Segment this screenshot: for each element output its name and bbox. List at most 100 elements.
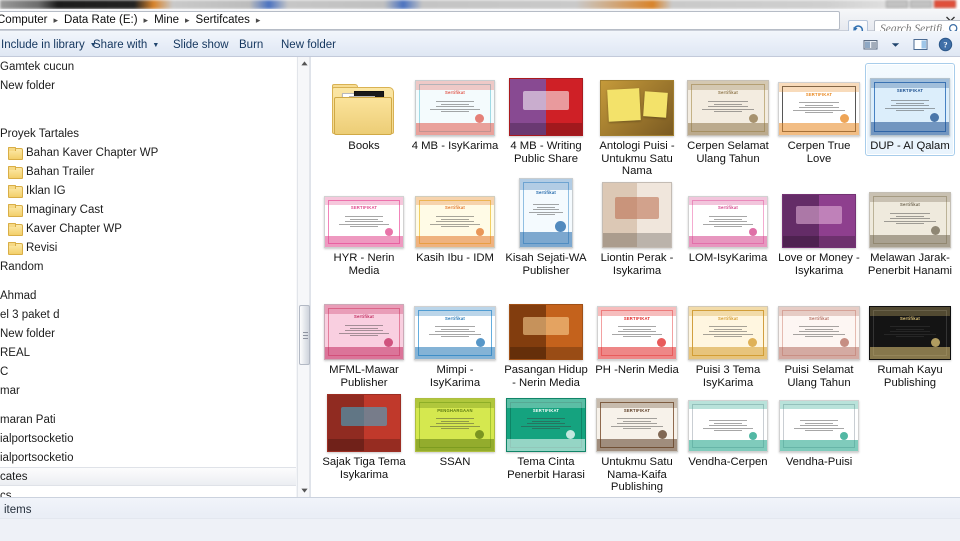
file-tile[interactable]: Vendha-Cerpen (683, 379, 773, 472)
file-tile[interactable]: Sajak Tiga Tema Isykarima (319, 379, 409, 484)
nav-item-el-3-paket-d[interactable]: el 3 paket d (0, 305, 296, 324)
nav-item-ahmad[interactable]: Ahmad (0, 286, 296, 305)
file-tile[interactable]: SERTIFIKAT Untukmu Satu Nama-Kaifa Publis… (592, 379, 682, 497)
nav-item-c[interactable]: C (0, 362, 296, 381)
command-bar: Include in library ▼ Share with ▼ Slide show… (0, 31, 960, 57)
nav-item-mar[interactable]: mar (0, 381, 296, 400)
thumbnail-container: SERTIFIKAT (776, 68, 862, 136)
file-name-label: HYR - Nerin Media (333, 252, 395, 277)
nav-item-real[interactable]: REAL (0, 343, 296, 362)
nav-item-cates[interactable]: cates (0, 467, 296, 486)
nav-item-label: cs (0, 489, 12, 498)
file-tile[interactable]: Sertifikat Rumah Kayu Publishing (865, 287, 955, 392)
file-tile[interactable]: Sertifikat Kasih Ibu - IDM (410, 175, 500, 268)
file-name-label: 4 MB - Writing Public Share (510, 140, 582, 165)
maximize-button[interactable] (910, 0, 932, 8)
breadcrumb-separator-icon[interactable]: ▸ (50, 12, 63, 29)
file-tile[interactable]: Love or Money - Isykarima (774, 175, 864, 280)
svg-text:?: ? (943, 40, 947, 50)
thumbnail-artwork (689, 401, 767, 451)
file-tile[interactable]: Books (319, 63, 409, 156)
file-tile[interactable]: 4 MB - Writing Public Share (501, 63, 591, 168)
chevron-down-icon[interactable]: ▼ (152, 42, 159, 49)
nav-item-new-folder[interactable]: New folder (0, 76, 296, 95)
close-button[interactable] (934, 0, 956, 8)
file-tile[interactable]: SERTIFIKAT Tema Cinta Penerbit Harasi (501, 379, 591, 484)
nav-item-imaginary-cast[interactable]: Imaginary Cast (0, 200, 296, 219)
file-tile[interactable]: SERTIFIKAT HYR - Nerin Media (319, 175, 409, 280)
breadcrumb-item-0[interactable]: Computer (0, 12, 50, 29)
breadcrumb-separator-icon[interactable]: ▸ (252, 12, 265, 29)
file-tile[interactable]: Sertifikat LOM-IsyKarima (683, 175, 773, 268)
file-tile[interactable]: Pasangan Hidup - Nerin Media (501, 287, 591, 392)
nav-item-proyek-tartales[interactable]: Proyek Tartales (0, 124, 296, 143)
icon-grid: Books Sertifikat 4 MB - IsyKarima 4 MB - Wr… (319, 60, 959, 497)
file-tile[interactable]: Antologi Puisi - Untukmu Satu Nama (592, 63, 682, 181)
thumbnail-container: Sertifikat (503, 178, 589, 248)
file-tile[interactable]: Sertifikat Mimpi - IsyKarima (410, 287, 500, 392)
nav-item-bahan-trailer[interactable]: Bahan Trailer (0, 162, 296, 181)
breadcrumb-item-2[interactable]: Mine (152, 12, 181, 29)
file-tile[interactable]: Sertifikat Melawan Jarak-Penerbit Hanami (865, 175, 955, 280)
scrollbar-thumb[interactable] (299, 305, 310, 365)
breadcrumb-separator-icon[interactable]: ▸ (140, 12, 153, 29)
file-tile[interactable]: Liontin Perak - Isykarima (592, 175, 682, 280)
breadcrumb-item-1[interactable]: Data Rate (E:) (62, 12, 140, 29)
thumbnail-container: SERTIFIKAT (594, 292, 680, 360)
file-tile[interactable]: Sertifikat Cerpen Selamat Ulang Tahun (683, 63, 773, 168)
file-tile[interactable]: Vendha-Puisi (774, 379, 864, 472)
view-icon[interactable] (859, 35, 881, 54)
nav-item-random[interactable]: Random (0, 257, 296, 276)
thumbnail-title-text: SERTIFIKAT (896, 88, 924, 93)
nav-item-new-folder[interactable]: New folder (0, 324, 296, 343)
file-tile[interactable]: Sertifikat MFML-Mawar Publisher (319, 287, 409, 392)
nav-item-ialportsocketio[interactable]: ialportsocketio (0, 429, 296, 448)
file-tile[interactable]: Sertifikat 4 MB - IsyKarima (410, 63, 500, 156)
file-thumbnail (327, 394, 401, 452)
file-thumbnail (509, 78, 583, 136)
minimize-button[interactable] (886, 0, 908, 8)
navigation-pane-scrollbar[interactable] (297, 57, 310, 497)
breadcrumb[interactable]: Computer ▸ Data Rate (E:) ▸ Mine ▸ Sertifcates… (0, 11, 840, 30)
thumbnail-container: Sertifikat (685, 292, 771, 360)
file-tile[interactable]: SERTIFIKAT DUP - Al Qalam (865, 63, 955, 156)
command-slide-show[interactable]: Slide show (166, 35, 236, 54)
command-burn[interactable]: Burn (232, 35, 270, 54)
file-list-view[interactable]: Books Sertifikat 4 MB - IsyKarima 4 MB - Wr… (310, 57, 960, 497)
nav-item-kaver-chapter-wp[interactable]: Kaver Chapter WP (0, 219, 296, 238)
thumbnail-artwork: Sertifikat (779, 307, 859, 359)
nav-item-ialportsocketio[interactable]: ialportsocketio (0, 448, 296, 467)
chevron-down-icon[interactable] (884, 35, 906, 54)
file-thumbnail: Sertifikat (869, 306, 951, 360)
nav-item-bahan-kaver-chapter-wp[interactable]: Bahan Kaver Chapter WP (0, 143, 296, 162)
nav-item-maran-pati[interactable]: maran Pati (0, 410, 296, 429)
file-tile[interactable]: Sertifikat Puisi Selamat Ulang Tahun (774, 287, 864, 392)
thumbnail-artwork: Sertifikat (870, 193, 950, 247)
thumbnail-container: SERTIFIKAT (321, 180, 407, 248)
nav-item-label: Revisi (26, 241, 58, 254)
nav-item-label: cates (0, 470, 28, 483)
help-icon[interactable]: ? (934, 35, 956, 54)
file-name-label: Rumah Kayu Publishing (877, 364, 943, 389)
file-tile[interactable]: Sertifikat Puisi 3 Tema IsyKarima (683, 287, 773, 392)
file-tile[interactable]: SERTIFIKAT PH -Nerin Media (592, 287, 682, 380)
file-tile[interactable]: Sertifikat Kisah Sejati-WA Publisher (501, 175, 591, 280)
navigation-pane[interactable]: Gamtek cucun New folder Proyek Tartales Bah… (0, 57, 296, 497)
nav-item-gamtek-cucun[interactable]: Gamtek cucun (0, 57, 296, 76)
breadcrumb-item-3[interactable]: Sertifcates (194, 12, 252, 29)
nav-item-cs[interactable]: cs (0, 486, 296, 498)
thumbnail-artwork: Sertifikat (520, 179, 572, 247)
breadcrumb-separator-icon[interactable]: ▸ (181, 12, 194, 29)
command-share-with[interactable]: Share with ▼ (86, 35, 166, 54)
command-new-folder[interactable]: New folder (274, 35, 343, 54)
nav-item-label: Kaver Chapter WP (26, 222, 122, 235)
file-tile[interactable]: PENGHARGAAN SSAN (410, 379, 500, 472)
nav-item-blank[interactable] (0, 105, 296, 124)
nav-item-iklan-ig[interactable]: Iklan IG (0, 181, 296, 200)
thumbnail-artwork (328, 395, 400, 451)
folder-icon (8, 242, 23, 255)
preview-pane-icon[interactable] (909, 35, 931, 54)
file-tile[interactable]: SERTIFIKAT Cerpen True Love (774, 63, 864, 168)
file-name-label: Liontin Perak - Isykarima (600, 252, 674, 277)
nav-item-revisi[interactable]: Revisi (0, 238, 296, 257)
